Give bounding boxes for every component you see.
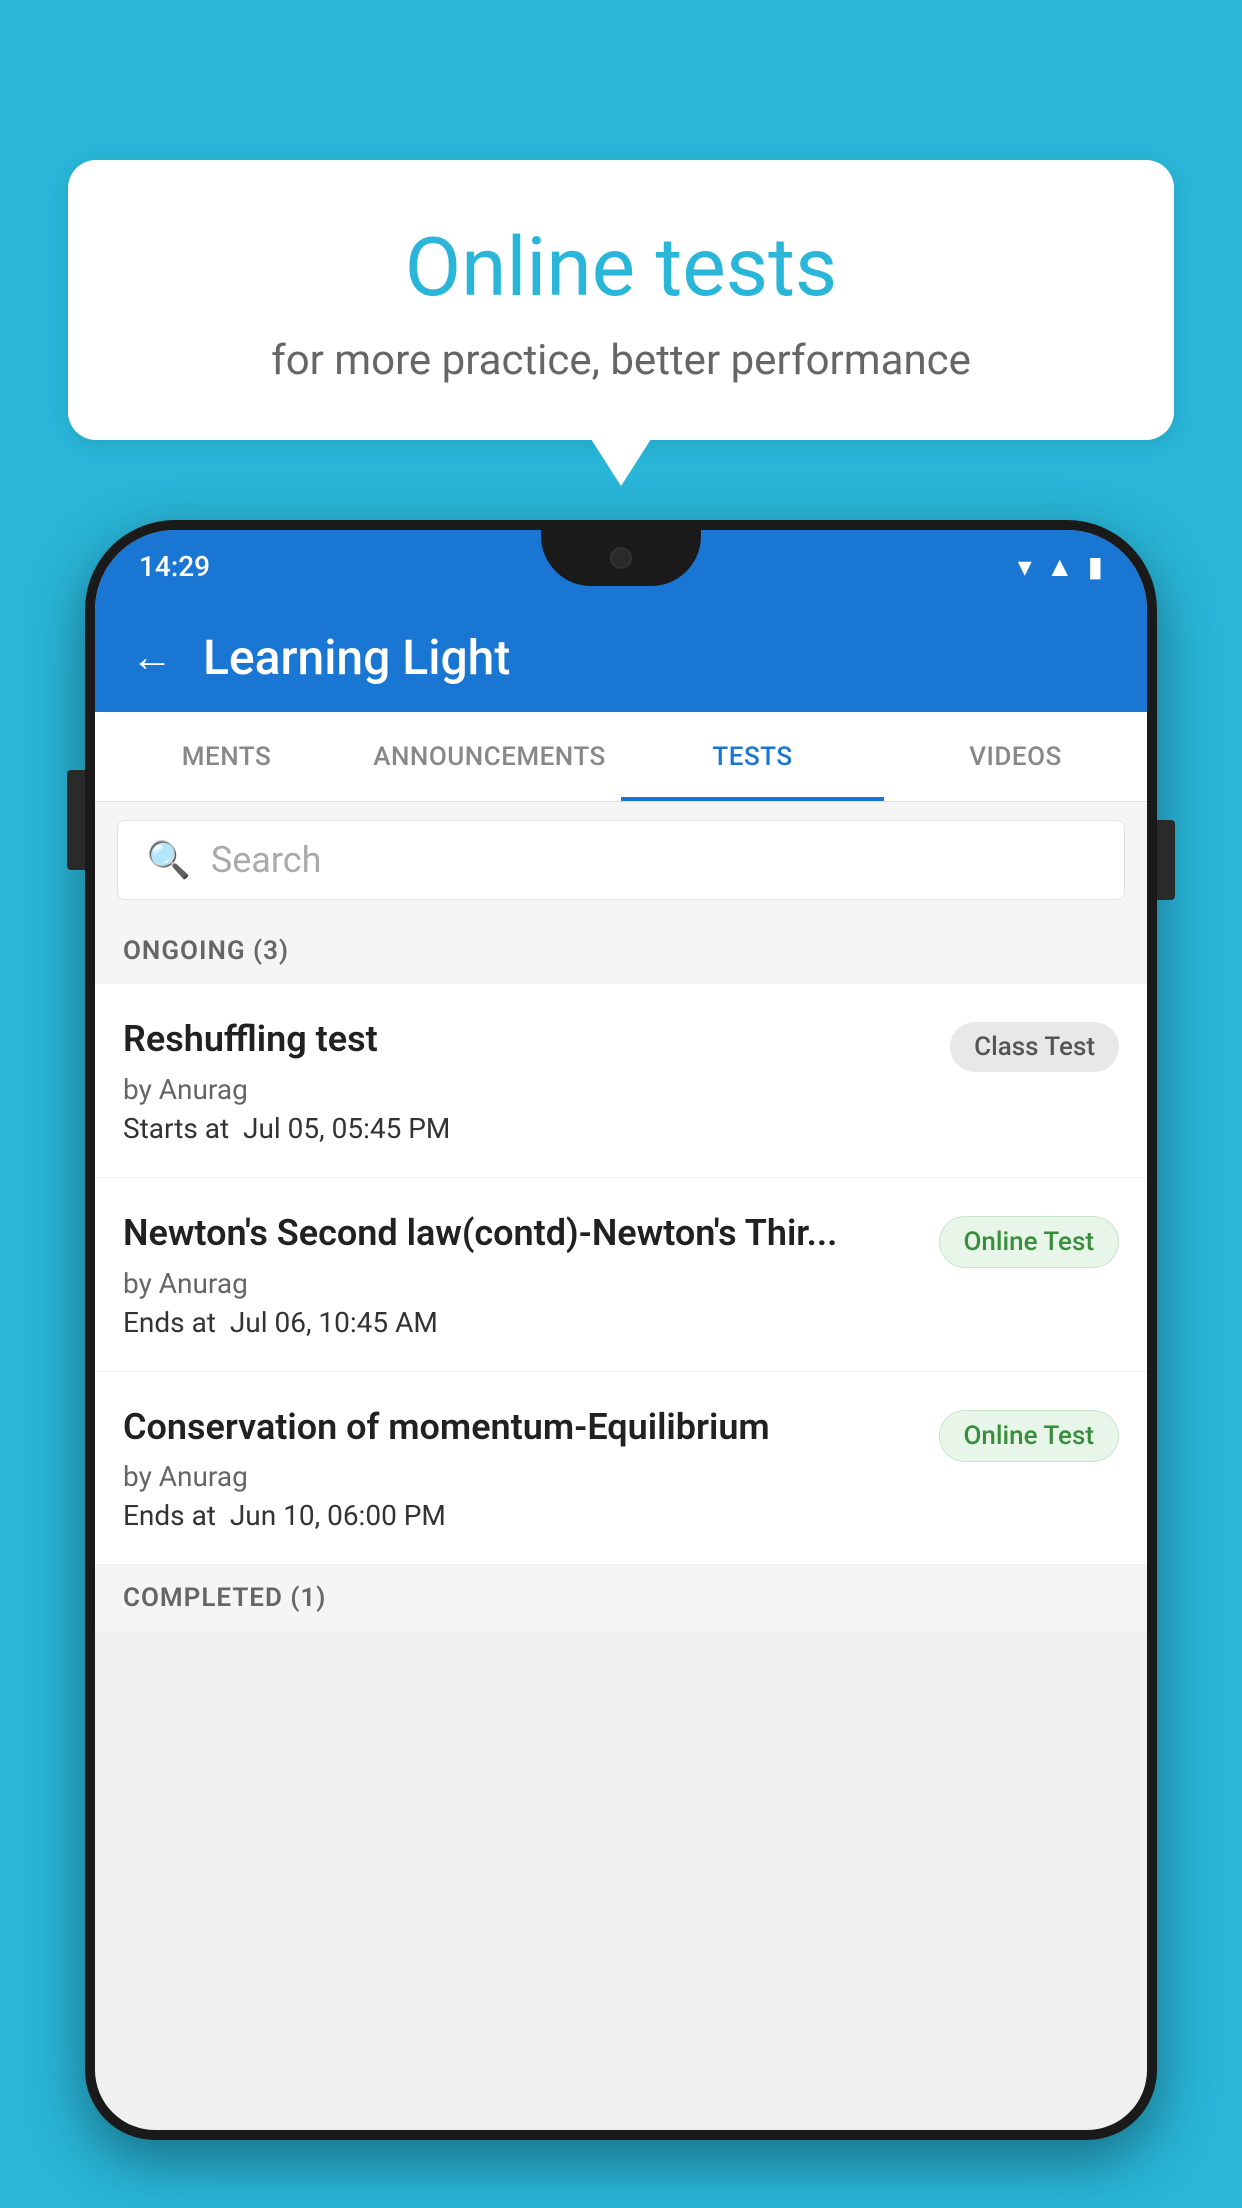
back-button[interactable]: ←: [131, 633, 173, 682]
tab-announcements[interactable]: ANNOUNCEMENTS: [358, 712, 621, 801]
test-name: Conservation of momentum-Equilibrium: [123, 1404, 919, 1451]
phone-outer: 14:29 ▾ ▲ ▮ ← Learning Light MENTS: [85, 520, 1157, 2140]
camera-dot: [610, 547, 632, 569]
background: Online tests for more practice, better p…: [0, 0, 1242, 2208]
test-author: by Anurag: [123, 1460, 919, 1493]
app-bar: ← Learning Light: [95, 602, 1147, 712]
bubble-title: Online tests: [118, 220, 1124, 316]
test-name: Reshuffling test: [123, 1016, 930, 1063]
ongoing-section-header: ONGOING (3): [95, 918, 1147, 984]
test-author: by Anurag: [123, 1267, 919, 1300]
test-badge: Online Test: [939, 1216, 1120, 1268]
app-title: Learning Light: [203, 629, 510, 686]
search-placeholder: Search: [211, 839, 322, 881]
signal-icon: ▲: [1046, 550, 1074, 583]
status-time: 14:29: [139, 550, 210, 583]
phone-screen: 14:29 ▾ ▲ ▮ ← Learning Light MENTS: [95, 530, 1147, 2130]
completed-section-header: COMPLETED (1): [95, 1565, 1147, 1631]
status-icons: ▾ ▲ ▮: [1018, 550, 1103, 583]
test-badge: Online Test: [939, 1410, 1120, 1462]
speech-bubble: Online tests for more practice, better p…: [68, 160, 1174, 440]
tab-videos[interactable]: VIDEOS: [884, 712, 1147, 801]
test-content: Reshuffling test by Anurag Starts at Jul…: [123, 1016, 930, 1145]
test-time: Ends at Jun 10, 06:00 PM: [123, 1499, 919, 1532]
tab-ments[interactable]: MENTS: [95, 712, 358, 801]
tabs-container: MENTS ANNOUNCEMENTS TESTS VIDEOS: [95, 712, 1147, 802]
test-time: Starts at Jul 05, 05:45 PM: [123, 1112, 930, 1145]
search-icon: 🔍: [146, 839, 191, 881]
test-content: Newton's Second law(contd)-Newton's Thir…: [123, 1210, 919, 1339]
notch: [541, 530, 701, 586]
test-badge: Class Test: [950, 1022, 1119, 1072]
test-name: Newton's Second law(contd)-Newton's Thir…: [123, 1210, 919, 1257]
status-bar: 14:29 ▾ ▲ ▮: [95, 530, 1147, 602]
test-content: Conservation of momentum-Equilibrium by …: [123, 1404, 919, 1533]
test-item[interactable]: Conservation of momentum-Equilibrium by …: [95, 1372, 1147, 1566]
tab-tests[interactable]: TESTS: [621, 712, 884, 801]
test-list: Reshuffling test by Anurag Starts at Jul…: [95, 984, 1147, 1565]
wifi-icon: ▾: [1018, 550, 1032, 583]
speech-bubble-container: Online tests for more practice, better p…: [68, 160, 1174, 440]
phone-frame: 14:29 ▾ ▲ ▮ ← Learning Light MENTS: [85, 520, 1157, 2208]
test-item[interactable]: Newton's Second law(contd)-Newton's Thir…: [95, 1178, 1147, 1372]
search-container: 🔍 Search: [95, 802, 1147, 918]
battery-icon: ▮: [1088, 550, 1103, 583]
bubble-subtitle: for more practice, better performance: [118, 336, 1124, 385]
test-item[interactable]: Reshuffling test by Anurag Starts at Jul…: [95, 984, 1147, 1178]
search-bar[interactable]: 🔍 Search: [117, 820, 1125, 900]
test-time: Ends at Jul 06, 10:45 AM: [123, 1306, 919, 1339]
test-author: by Anurag: [123, 1073, 930, 1106]
